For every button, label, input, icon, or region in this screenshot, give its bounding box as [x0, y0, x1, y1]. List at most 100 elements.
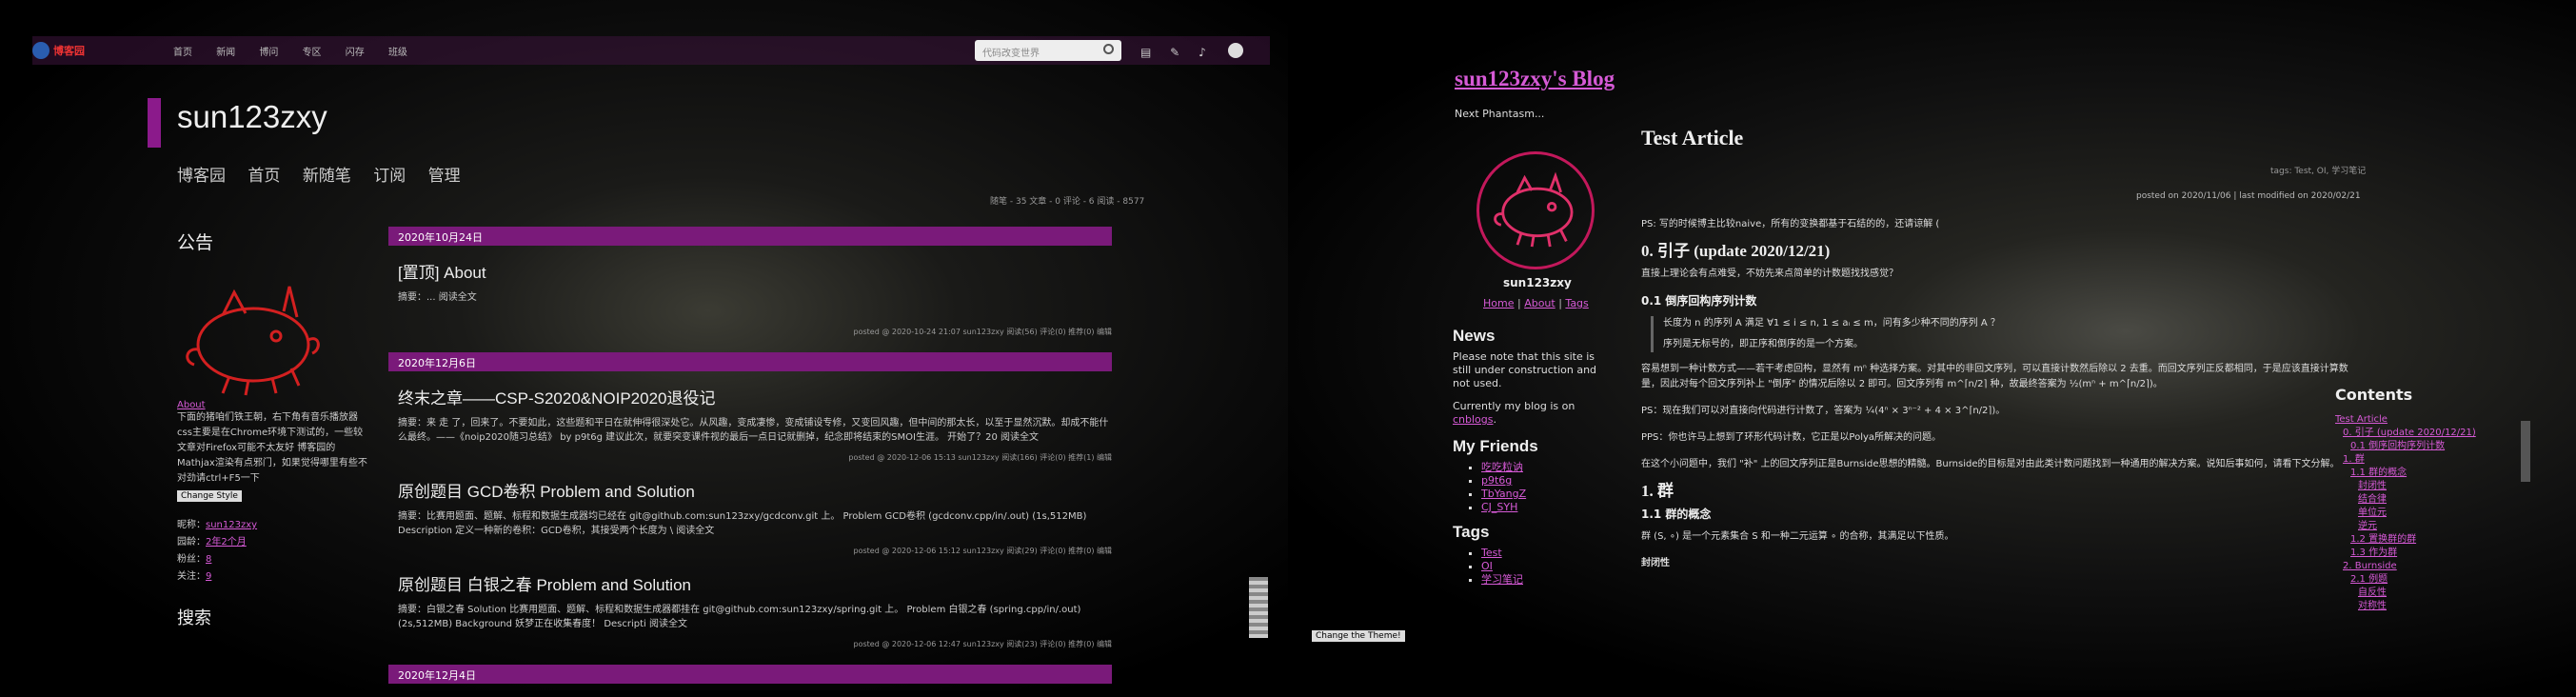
topnav-home[interactable]: 首页: [173, 48, 192, 58]
paragraph: 群 (S, ∘) 是一个元素集合 S 和一种二元运算 ∘ 的合称，其满足以下性质…: [1641, 531, 1954, 542]
right-sidebar: News Please note that this site is still…: [1453, 328, 1615, 598]
toc-item[interactable]: 对称性: [2335, 600, 2526, 613]
topnav-zone[interactable]: 专区: [303, 48, 322, 58]
paragraph: 容易想到一种计数方式——若干考虑回构，显然有 mⁿ 种选择方案。对其中的非回文序…: [1641, 364, 2348, 389]
nav-subscribe[interactable]: 订阅: [373, 167, 406, 186]
change-theme-button[interactable]: Change the Theme!: [1312, 630, 1405, 642]
toc-item[interactable]: 封闭性: [2335, 480, 2526, 493]
article-header: Test Article: [1641, 126, 2374, 150]
section-heading: 0. 引子 (update 2020/12/21): [1641, 242, 1831, 260]
list-item[interactable]: CJ_SYH: [1481, 501, 1615, 514]
about-text: 下面的猪咱们铁王朝，右下角有音乐播放器 css主要是在Chrome环境下测试的，…: [177, 412, 367, 484]
blog-title[interactable]: sun123zxy: [177, 99, 327, 135]
search-placeholder: 代码改变世界: [982, 49, 1040, 59]
post-title[interactable]: 原创题目 GCD卷积 Problem and Solution: [398, 478, 1112, 502]
logo-icon: [32, 42, 50, 59]
home-link[interactable]: Home: [1483, 297, 1514, 309]
bell-icon[interactable]: ♪: [1199, 46, 1206, 59]
friends-list: 吃吃粒讷 p9t6g TbYangZ CJ_SYH: [1453, 461, 1615, 514]
toolbar-icons: ▤ ✎ ♪: [1140, 46, 1221, 59]
change-style-button[interactable]: Change Style: [177, 490, 242, 502]
tags-list: Test OI 学习笔记: [1453, 547, 1615, 587]
edit-icon[interactable]: ✎: [1170, 46, 1179, 59]
list-item[interactable]: 学习笔记: [1481, 573, 1615, 587]
post-summary: 摘要：... 阅读全文: [398, 292, 477, 303]
post-summary: 摘要：比赛用题面、题解、标程和数据生成器均已经在 git@github.com:…: [398, 511, 1087, 536]
article-tags[interactable]: tags: Test, OI, 学习笔记: [2270, 164, 2366, 176]
blog-subtitle: Next Phantasm...: [1455, 108, 1545, 120]
toc-item[interactable]: 1.1 群的概念: [2335, 467, 2526, 480]
username: sun123zxy: [1503, 276, 1572, 289]
toc-item[interactable]: Test Article: [2335, 413, 2526, 427]
tags-link[interactable]: Tags: [1565, 297, 1588, 309]
cnblogs-link[interactable]: cnblogs: [1453, 413, 1494, 426]
nav-cnblogs[interactable]: 博客园: [177, 167, 226, 186]
toc-item[interactable]: 1.2 置换群的群: [2335, 533, 2526, 547]
list-item[interactable]: p9t6g: [1481, 474, 1615, 488]
paragraph: 在这个小问题中，我们 "补" 上的回文序列正是Burnside思想的精髓。Bur…: [1641, 459, 2340, 469]
list-item[interactable]: 吃吃粒讷: [1481, 461, 1615, 474]
age-link[interactable]: 2年2个月: [206, 537, 247, 548]
music-player-widget[interactable]: [1249, 577, 1268, 638]
table-of-contents: Contents Test Article 0. 引子 (update 2020…: [2335, 386, 2526, 613]
title-accent-bar: [148, 98, 161, 148]
nickname-link[interactable]: sun123zxy: [206, 520, 257, 530]
nav-new-post[interactable]: 新随笔: [303, 167, 351, 186]
about-link[interactable]: About: [177, 400, 206, 410]
toc-item[interactable]: 1.3 作为群: [2335, 547, 2526, 560]
toc-item[interactable]: 2. Burnside: [2335, 560, 2526, 573]
search-input[interactable]: 代码改变世界: [975, 40, 1121, 61]
top-nav: 首页 新闻 博问 专区 闪存 班级: [173, 44, 428, 58]
site-logo[interactable]: 博客园: [32, 42, 85, 59]
list-item[interactable]: Test: [1481, 547, 1615, 560]
toc-item[interactable]: 单位元: [2335, 507, 2526, 520]
date-bar: 2020年10月24日: [388, 227, 1112, 246]
subsection-heading: 1.1 群的概念: [1641, 508, 1712, 521]
post-title[interactable]: [置顶] About: [398, 259, 1112, 283]
post-footer: posted @ 2020-12-06 15:13 sun123zxy 阅读(1…: [848, 453, 1112, 462]
topnav-flash[interactable]: 闪存: [346, 48, 365, 58]
toc-item[interactable]: 0.1 倒序回构序列计数: [2335, 440, 2526, 453]
avatar[interactable]: [1228, 43, 1243, 58]
toc-item[interactable]: 逆元: [2335, 520, 2526, 533]
toc-item[interactable]: 自反性: [2335, 587, 2526, 600]
brand-text: 博客园: [53, 45, 85, 57]
topnav-ask[interactable]: 博问: [259, 48, 278, 58]
section-heading: 1. 群: [1641, 482, 1674, 500]
search-icon[interactable]: [1103, 44, 1114, 54]
notice-title: 公告: [177, 232, 214, 253]
paragraph: 直接上理论会有点难受，不妨先来点简单的计数题找找感觉？: [1641, 269, 1898, 279]
blockquote: 长度为 n 的序列 A 满足 ∀1 ≤ i ≤ n, 1 ≤ aᵢ ≤ m，问有…: [1651, 316, 2365, 352]
nav-home[interactable]: 首页: [248, 167, 280, 186]
post-footer: posted @ 2020-10-24 21:07 sun123zxy 阅读(5…: [853, 328, 1113, 336]
profile-links: Home | About | Tags: [1483, 297, 1589, 309]
nav-manage[interactable]: 管理: [428, 167, 461, 186]
fans-link[interactable]: 8: [206, 554, 211, 565]
pig-avatar-icon: [1494, 171, 1574, 248]
about-link[interactable]: About: [1524, 297, 1556, 309]
info-row: 园龄：2年2个月: [177, 537, 247, 548]
post-title[interactable]: 终末之章——CSP-S2020&NOIP2020退役记: [398, 385, 1112, 408]
info-row: 粉丝：8: [177, 554, 212, 565]
toc-scrollbar[interactable]: [2521, 421, 2530, 482]
search-section-title: 搜索: [177, 608, 211, 628]
post-summary: 摘要：白银之春 Solution 比赛用题面、题解、标程和数据生成器都挂在 gi…: [398, 605, 1081, 629]
toc-item[interactable]: 结合律: [2335, 493, 2526, 507]
toc-item[interactable]: 0. 引子 (update 2020/12/21): [2335, 427, 2526, 440]
post-title[interactable]: 原创题目 白银之春 Problem and Solution: [398, 571, 1112, 595]
topnav-news[interactable]: 新闻: [216, 48, 235, 58]
news-text: Please note that this site is still unde…: [1453, 350, 1597, 389]
blog-icon[interactable]: ▤: [1140, 46, 1151, 59]
post-footer: posted @ 2020-12-06 12:47 sun123zxy 阅读(2…: [853, 640, 1113, 648]
blog-stats: 随笔 - 35 文章 - 0 评论 - 6 阅读 - 8577: [990, 197, 1145, 207]
toc-item[interactable]: 2.1 例题: [2335, 573, 2526, 587]
list-item[interactable]: OI: [1481, 560, 1615, 573]
right-blog-title[interactable]: sun123zxy's Blog: [1455, 67, 1615, 91]
topnav-class[interactable]: 班级: [388, 48, 407, 58]
paragraph: PPS：你也许马上想到了环形代码计数，它正是以Polya所解决的问题。: [1641, 432, 1942, 443]
follow-link[interactable]: 9: [206, 571, 211, 582]
info-row: 昵称：sun123zxy: [177, 520, 258, 530]
toc-item[interactable]: 1. 群: [2335, 453, 2526, 467]
pig-logo-icon: [186, 286, 320, 396]
list-item[interactable]: TbYangZ: [1481, 488, 1615, 501]
